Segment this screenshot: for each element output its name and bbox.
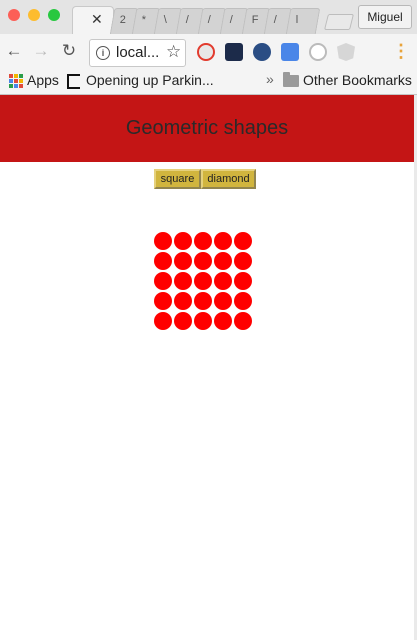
circle-shape bbox=[174, 312, 192, 330]
circle-shape bbox=[214, 292, 232, 310]
info-icon[interactable]: i bbox=[96, 46, 110, 60]
circle-shape bbox=[234, 312, 252, 330]
forward-arrow-icon[interactable]: → bbox=[30, 40, 52, 62]
globe-extension-icon[interactable] bbox=[253, 43, 271, 61]
tab-label: 2 bbox=[119, 14, 126, 26]
new-tab-button[interactable] bbox=[324, 14, 354, 30]
circle-shape bbox=[154, 292, 172, 310]
bookmarks-bar: Apps Opening up Parkin... » Other Bookma… bbox=[0, 70, 417, 95]
page-title: Geometric shapes bbox=[125, 117, 289, 139]
circle-shape bbox=[194, 252, 212, 270]
circle-shape bbox=[234, 292, 252, 310]
tab[interactable]: l bbox=[285, 8, 321, 35]
address-bar[interactable]: i local... ☆ bbox=[89, 39, 186, 67]
angular-extension-icon[interactable] bbox=[337, 43, 355, 61]
circle-shape bbox=[154, 272, 172, 290]
tab-close-icon[interactable]: ✕ bbox=[91, 11, 103, 28]
close-window-button[interactable] bbox=[8, 9, 20, 21]
circle-shape bbox=[174, 272, 192, 290]
square-button[interactable]: square bbox=[154, 169, 201, 189]
url-text[interactable]: local... bbox=[116, 44, 159, 61]
profile-button[interactable]: Miguel bbox=[358, 5, 412, 29]
bookmark-apps[interactable]: Apps bbox=[27, 72, 59, 88]
circle-shape bbox=[154, 312, 172, 330]
more-menu-icon[interactable]: ⋮ bbox=[392, 41, 410, 62]
back-arrow-icon[interactable]: ← bbox=[3, 40, 25, 62]
opera-extension-icon[interactable] bbox=[197, 43, 215, 61]
tab-active[interactable]: ✕ bbox=[72, 6, 114, 35]
circle-shape bbox=[194, 312, 212, 330]
tab-label: / bbox=[207, 14, 211, 26]
bookmarks-overflow-chevron[interactable]: » bbox=[266, 71, 274, 87]
circle-shape bbox=[234, 272, 252, 290]
circle-shape bbox=[234, 232, 252, 250]
page-header: Geometric shapes bbox=[0, 95, 414, 162]
circle-shape bbox=[214, 272, 232, 290]
sync-extension-icon[interactable] bbox=[309, 43, 327, 61]
page-icon bbox=[67, 74, 80, 89]
tab-label: / bbox=[273, 14, 277, 26]
circle-shape bbox=[154, 232, 172, 250]
shape-grid bbox=[154, 232, 254, 330]
title-bar: ✕ 2 * \ / / / F / l Miguel bbox=[0, 0, 417, 35]
reload-icon[interactable]: ↻ bbox=[58, 40, 80, 62]
bookmark-other-folder[interactable]: Other Bookmarks bbox=[303, 72, 412, 88]
circle-shape bbox=[154, 252, 172, 270]
circle-shape bbox=[194, 292, 212, 310]
translate-extension-icon[interactable] bbox=[281, 43, 299, 61]
circle-shape bbox=[174, 292, 192, 310]
circle-shape bbox=[174, 252, 192, 270]
circle-shape bbox=[234, 252, 252, 270]
tab-label: / bbox=[229, 14, 233, 26]
apps-grid-icon[interactable] bbox=[9, 74, 23, 88]
circle-shape bbox=[214, 252, 232, 270]
twitter-extension-icon[interactable] bbox=[225, 43, 243, 61]
browser-chrome: ✕ 2 * \ / / / F / l Miguel ← → ↻ i local… bbox=[0, 0, 417, 95]
circle-shape bbox=[194, 232, 212, 250]
minimize-window-button[interactable] bbox=[28, 9, 40, 21]
bookmark-item[interactable]: Opening up Parkin... bbox=[86, 72, 214, 88]
bookmark-star-icon[interactable]: ☆ bbox=[166, 42, 181, 62]
circle-shape bbox=[194, 272, 212, 290]
folder-icon bbox=[283, 72, 299, 87]
diamond-button[interactable]: diamond bbox=[201, 169, 256, 189]
tab-label: l bbox=[295, 14, 299, 26]
tab-label: \ bbox=[163, 14, 167, 26]
tab-label: * bbox=[141, 14, 146, 26]
circle-shape bbox=[214, 312, 232, 330]
browser-toolbar: ← → ↻ i local... ☆ ⋮ bbox=[0, 34, 417, 70]
tab-label: F bbox=[251, 14, 259, 26]
zoom-window-button[interactable] bbox=[48, 9, 60, 21]
circle-shape bbox=[174, 232, 192, 250]
circle-shape bbox=[214, 232, 232, 250]
tab-label: / bbox=[185, 14, 189, 26]
